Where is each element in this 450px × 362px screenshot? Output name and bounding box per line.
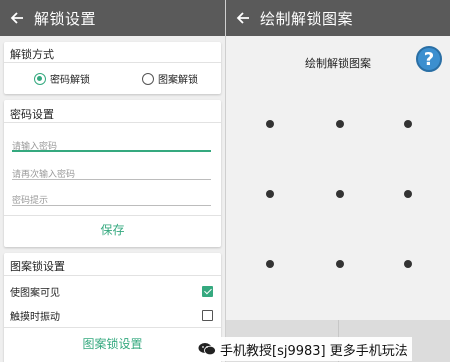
back-button[interactable] bbox=[226, 0, 260, 36]
arrow-left-icon bbox=[10, 12, 23, 24]
pattern-lock-settings-title: 图案锁设置 bbox=[10, 260, 65, 273]
checkbox-label: 使图案可见 bbox=[10, 288, 60, 299]
radio-label: 图案解锁 bbox=[158, 75, 198, 86]
pattern-dot[interactable] bbox=[404, 260, 412, 268]
unlock-settings-screen: 解锁设置 解锁方式 密码解锁 图案解锁 密码设置 保存 图案锁设置 bbox=[0, 0, 225, 362]
confirm-password-field[interactable] bbox=[12, 162, 211, 183]
checkbox-unchecked-icon[interactable] bbox=[202, 310, 213, 321]
draw-pattern-screen: 绘制解锁图案 绘制解锁图案 ? bbox=[226, 0, 450, 362]
pattern-dot[interactable] bbox=[404, 120, 412, 128]
confirm-password-input[interactable] bbox=[12, 167, 211, 183]
pattern-dot[interactable] bbox=[336, 120, 344, 128]
save-button[interactable]: 保存 bbox=[4, 221, 221, 238]
app-bar: 解锁设置 bbox=[0, 0, 225, 36]
radio-unchecked-icon bbox=[142, 72, 154, 85]
pattern-dot[interactable] bbox=[336, 260, 344, 268]
pattern-dot[interactable] bbox=[266, 120, 274, 128]
divider bbox=[4, 122, 221, 123]
password-settings-card: 密码设置 保存 bbox=[4, 100, 221, 247]
divider bbox=[4, 62, 221, 63]
pattern-dot[interactable] bbox=[266, 190, 274, 198]
watermark: 手机教授[sj9983] 更多手机玩法 bbox=[194, 337, 412, 361]
password-settings-title: 密码设置 bbox=[10, 108, 54, 121]
pattern-dot[interactable] bbox=[404, 190, 412, 198]
radio-label: 密码解锁 bbox=[50, 75, 90, 86]
divider bbox=[4, 215, 221, 216]
radio-pattern-unlock[interactable]: 图案解锁 bbox=[142, 71, 198, 86]
radio-password-unlock[interactable]: 密码解锁 bbox=[34, 71, 90, 86]
pattern-lock-settings-card: 图案锁设置 使图案可见 触摸时振动 图案锁设置 bbox=[4, 253, 221, 362]
help-icon[interactable]: ? bbox=[416, 46, 442, 72]
password-field[interactable] bbox=[12, 134, 211, 155]
password-input[interactable] bbox=[12, 139, 211, 155]
divider bbox=[4, 327, 221, 328]
checkbox-label: 触摸时振动 bbox=[10, 312, 60, 323]
checkbox-checked-icon[interactable] bbox=[202, 286, 213, 297]
watermark-text: 手机教授[sj9983] 更多手机玩法 bbox=[220, 343, 408, 359]
password-hint-field[interactable] bbox=[12, 188, 211, 209]
checkbox-row-visible-pattern[interactable]: 使图案可见 bbox=[10, 284, 213, 299]
radio-checked-icon bbox=[34, 72, 46, 85]
pattern-dot[interactable] bbox=[336, 190, 344, 198]
pattern-lock-settings-button[interactable]: 图案锁设置 bbox=[4, 335, 221, 352]
back-button[interactable] bbox=[0, 0, 34, 36]
arrow-left-icon bbox=[236, 12, 249, 24]
divider bbox=[4, 275, 221, 276]
page-title: 绘制解锁图案 bbox=[260, 9, 354, 28]
pattern-dot[interactable] bbox=[266, 260, 274, 268]
page-title: 解锁设置 bbox=[34, 9, 97, 28]
app-bar: 绘制解锁图案 bbox=[226, 0, 450, 36]
unlock-method-card: 解锁方式 密码解锁 图案解锁 bbox=[4, 42, 221, 94]
password-hint-input[interactable] bbox=[12, 193, 211, 209]
help-label: ? bbox=[423, 48, 435, 70]
checkbox-row-vibrate[interactable]: 触摸时振动 bbox=[10, 308, 213, 323]
unlock-method-title: 解锁方式 bbox=[10, 48, 54, 61]
wechat-icon bbox=[198, 343, 216, 356]
